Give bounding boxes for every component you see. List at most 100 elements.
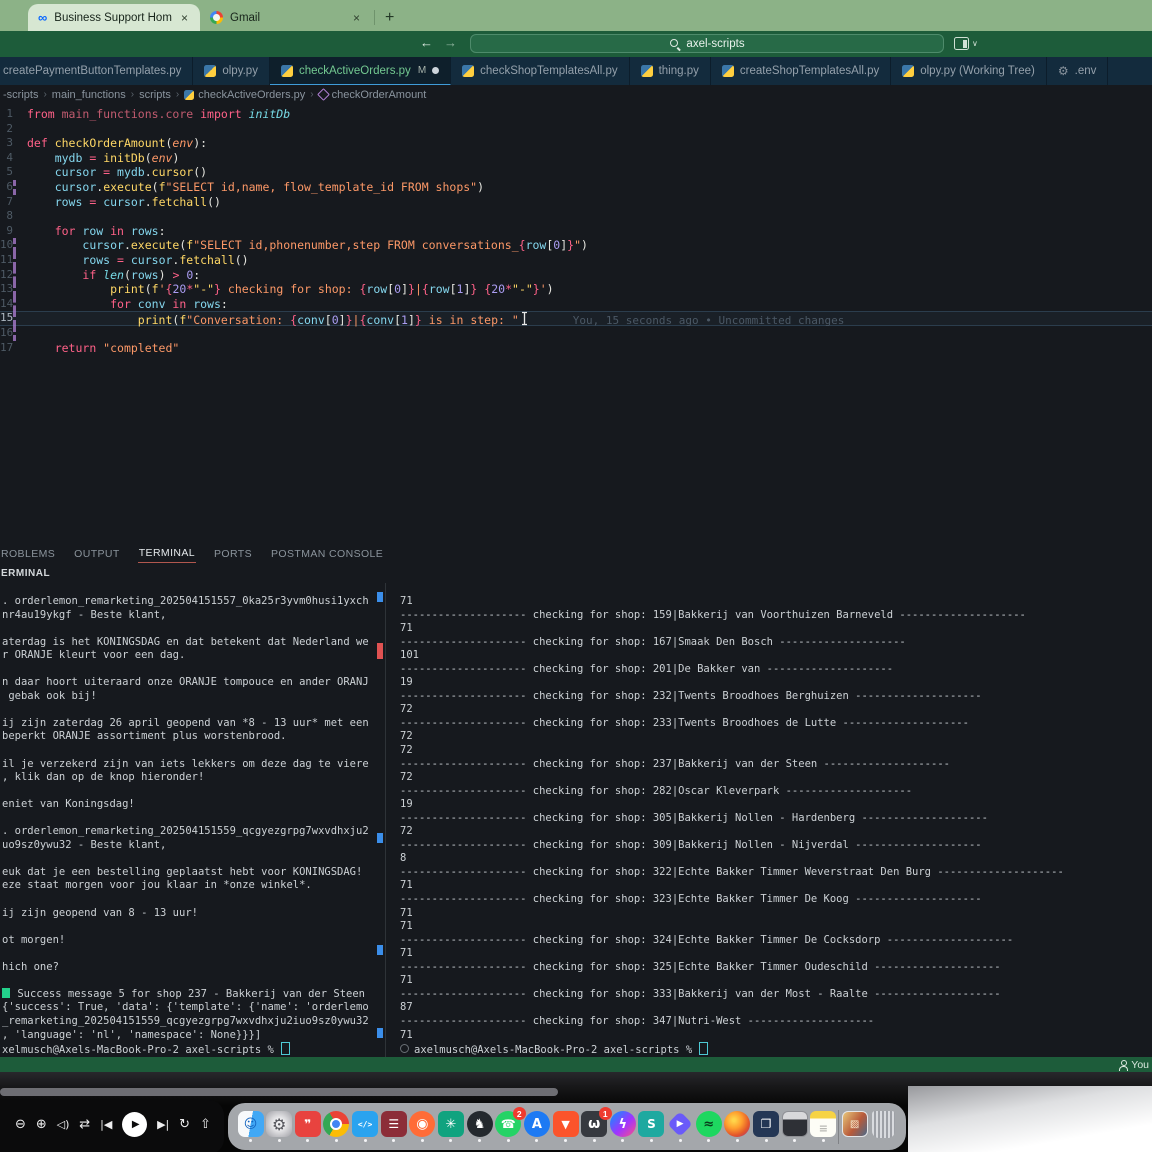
breadcrumb-item[interactable]: checkActiveOrders.py	[184, 89, 305, 101]
zoom-out-button[interactable]: ⊖	[15, 1118, 26, 1131]
status-bar-account-item[interactable]: You	[1131, 1059, 1149, 1071]
previous-button[interactable]: |◀	[100, 1119, 112, 1130]
dock-item-messenger[interactable]: ϟ	[609, 1111, 636, 1142]
dock-item-notes[interactable]: ≡	[810, 1111, 837, 1142]
code-text: from main_functions.core import initDb	[27, 107, 1152, 122]
editor-tab[interactable]: thing.py	[630, 57, 711, 85]
dock-item-discord[interactable]: 1ω	[581, 1111, 608, 1142]
editor-tab-label: olpy.py	[222, 65, 258, 77]
editor-tab[interactable]: olpy.py	[193, 57, 270, 85]
back-arrow-icon[interactable]: ←	[420, 35, 433, 50]
panel-tab-roblems[interactable]: ROBLEMS	[0, 544, 56, 563]
share-button[interactable]: ⇧	[200, 1118, 211, 1131]
line-number: 8	[0, 209, 13, 224]
dock-item-spotify[interactable]: ≈	[695, 1111, 722, 1142]
person-icon	[1118, 1060, 1127, 1070]
dock-item-system-settings[interactable]: ⚙	[266, 1111, 293, 1142]
editor-tab[interactable]: checkShopTemplatesAll.py	[451, 57, 629, 85]
dock-item-database-app[interactable]: ☰	[380, 1111, 407, 1142]
breadcrumb-item[interactable]: main_functions	[52, 89, 126, 101]
line-number: 15	[0, 311, 13, 326]
dock-item-brave[interactable]: ▼	[552, 1111, 579, 1142]
dock-item-vscode[interactable]: </>	[352, 1111, 379, 1142]
panel-tab-postman-console[interactable]: POSTMAN CONSOLE	[270, 544, 384, 563]
terminal-line: 72	[400, 703, 1150, 717]
dock-item-whatsapp[interactable]: 2☎	[495, 1111, 522, 1142]
git-gutter-mark	[13, 326, 27, 341]
terminal-line: 71	[400, 974, 1150, 988]
breadcrumb-item[interactable]: scripts	[139, 89, 171, 101]
running-indicator-dot	[793, 1139, 796, 1142]
search-value: axel-scripts	[686, 38, 744, 50]
dock-item-notion[interactable]: ❐	[753, 1111, 780, 1142]
terminal-line: eniet van Koningsdag!	[2, 798, 380, 812]
breadcrumb-item[interactable]: -scripts	[3, 89, 38, 101]
dock-item-chat-app[interactable]: ❞	[294, 1111, 321, 1142]
breadcrumb-label: scripts	[139, 89, 171, 101]
dock-item-finder[interactable]: ☺	[237, 1111, 264, 1142]
dock-item-app-store[interactable]: A	[523, 1111, 550, 1142]
notification-badge: 1	[599, 1107, 612, 1120]
repeat-button[interactable]: ↻	[179, 1118, 190, 1131]
line-number: 13	[0, 282, 13, 297]
terminal-overview-mark	[377, 945, 383, 955]
editor-tab[interactable]: createShopTemplatesAll.py	[711, 57, 891, 85]
shuffle-button[interactable]: ⇄	[79, 1118, 90, 1131]
code-editor[interactable]: 1from main_functions.core import initDb2…	[0, 104, 1152, 540]
database-app-icon: ☰	[381, 1111, 407, 1137]
terminal-line	[2, 663, 380, 677]
panel-tab-terminal[interactable]: TERMINAL	[138, 543, 196, 563]
dock-item-firefox[interactable]	[724, 1111, 751, 1142]
dock-item-chatgpt-app[interactable]: ✳	[437, 1111, 464, 1142]
dock-item-surfshark[interactable]: S	[638, 1111, 665, 1142]
editor-tab[interactable]: createPaymentButtonTemplates.py	[0, 57, 193, 85]
dock-item-window-preview[interactable]	[781, 1111, 808, 1142]
dock-item-trash[interactable]	[870, 1111, 897, 1143]
line-number: 6	[0, 180, 13, 195]
breadcrumb-item[interactable]: checkOrderAmount	[319, 89, 427, 101]
editor-tab[interactable]: olpy.py (Working Tree)	[891, 57, 1047, 85]
zoom-in-button[interactable]: ⊕	[36, 1118, 47, 1131]
code-text: print(f'{20*"-"} checking for shop: {row…	[27, 282, 1152, 297]
dock-item-chrome[interactable]	[323, 1111, 350, 1142]
browser-tab[interactable]: Gmail×	[200, 4, 372, 31]
editor-tab[interactable]: ⚙.env	[1047, 57, 1109, 85]
terminal-line	[2, 947, 380, 961]
code-line: 16	[0, 326, 1152, 341]
terminal-right-pane[interactable]: 71-------------------- checking for shop…	[400, 595, 1150, 1056]
customize-layout-button[interactable]: ∨	[954, 37, 978, 50]
dock-separator	[838, 1110, 839, 1144]
horizontal-scrollbar-thumb[interactable]	[0, 1088, 558, 1096]
play-button[interactable]: ▶	[122, 1112, 147, 1137]
forward-arrow-icon[interactable]: →	[444, 35, 457, 50]
terminal-line: 72	[400, 744, 1150, 758]
command-decoration-icon	[400, 1044, 409, 1053]
next-button[interactable]: ▶|	[157, 1119, 169, 1130]
new-tab-button[interactable]: +	[381, 9, 398, 27]
code-line: 4 mydb = initDb(env)	[0, 151, 1152, 166]
browser-tab[interactable]: ∞Business Support Home×	[28, 4, 200, 31]
dock-item-image-file[interactable]: ▨	[841, 1111, 868, 1142]
dock-item-postman[interactable]: ◉	[409, 1111, 436, 1142]
command-center-search[interactable]: axel-scripts	[470, 34, 944, 53]
editor-tab-label: thing.py	[659, 65, 699, 77]
panel-tab-output[interactable]: OUTPUT	[73, 544, 121, 563]
dock-item-media-player[interactable]: ▶	[667, 1111, 694, 1142]
terminal-left-pane[interactable]: . orderlemon_remarketing_202504151557_0k…	[2, 595, 380, 1056]
close-icon[interactable]: ×	[351, 11, 362, 25]
editor-tab[interactable]: checkActiveOrders.pyM	[270, 57, 451, 85]
git-gutter-mark	[13, 122, 27, 137]
git-gutter-mark	[13, 180, 27, 195]
editor-tab-bar: createPaymentButtonTemplates.py olpy.py ch…	[0, 57, 1152, 85]
terminal-split-divider[interactable]	[385, 583, 386, 1057]
close-icon[interactable]: ×	[179, 11, 190, 25]
terminal-line: -------------------- checking for shop: …	[400, 636, 1150, 650]
running-indicator-dot	[278, 1139, 281, 1142]
dock-item-github-desktop[interactable]: ♞	[466, 1111, 493, 1142]
terminal-line: 71	[400, 920, 1150, 934]
volume-button[interactable]: ◁)	[57, 1119, 70, 1130]
panel-tab-ports[interactable]: PORTS	[213, 544, 253, 563]
terminal-line: 72	[400, 825, 1150, 839]
terminal-line: 71	[400, 1029, 1150, 1043]
terminal-line: -------------------- checking for shop: …	[400, 934, 1150, 948]
